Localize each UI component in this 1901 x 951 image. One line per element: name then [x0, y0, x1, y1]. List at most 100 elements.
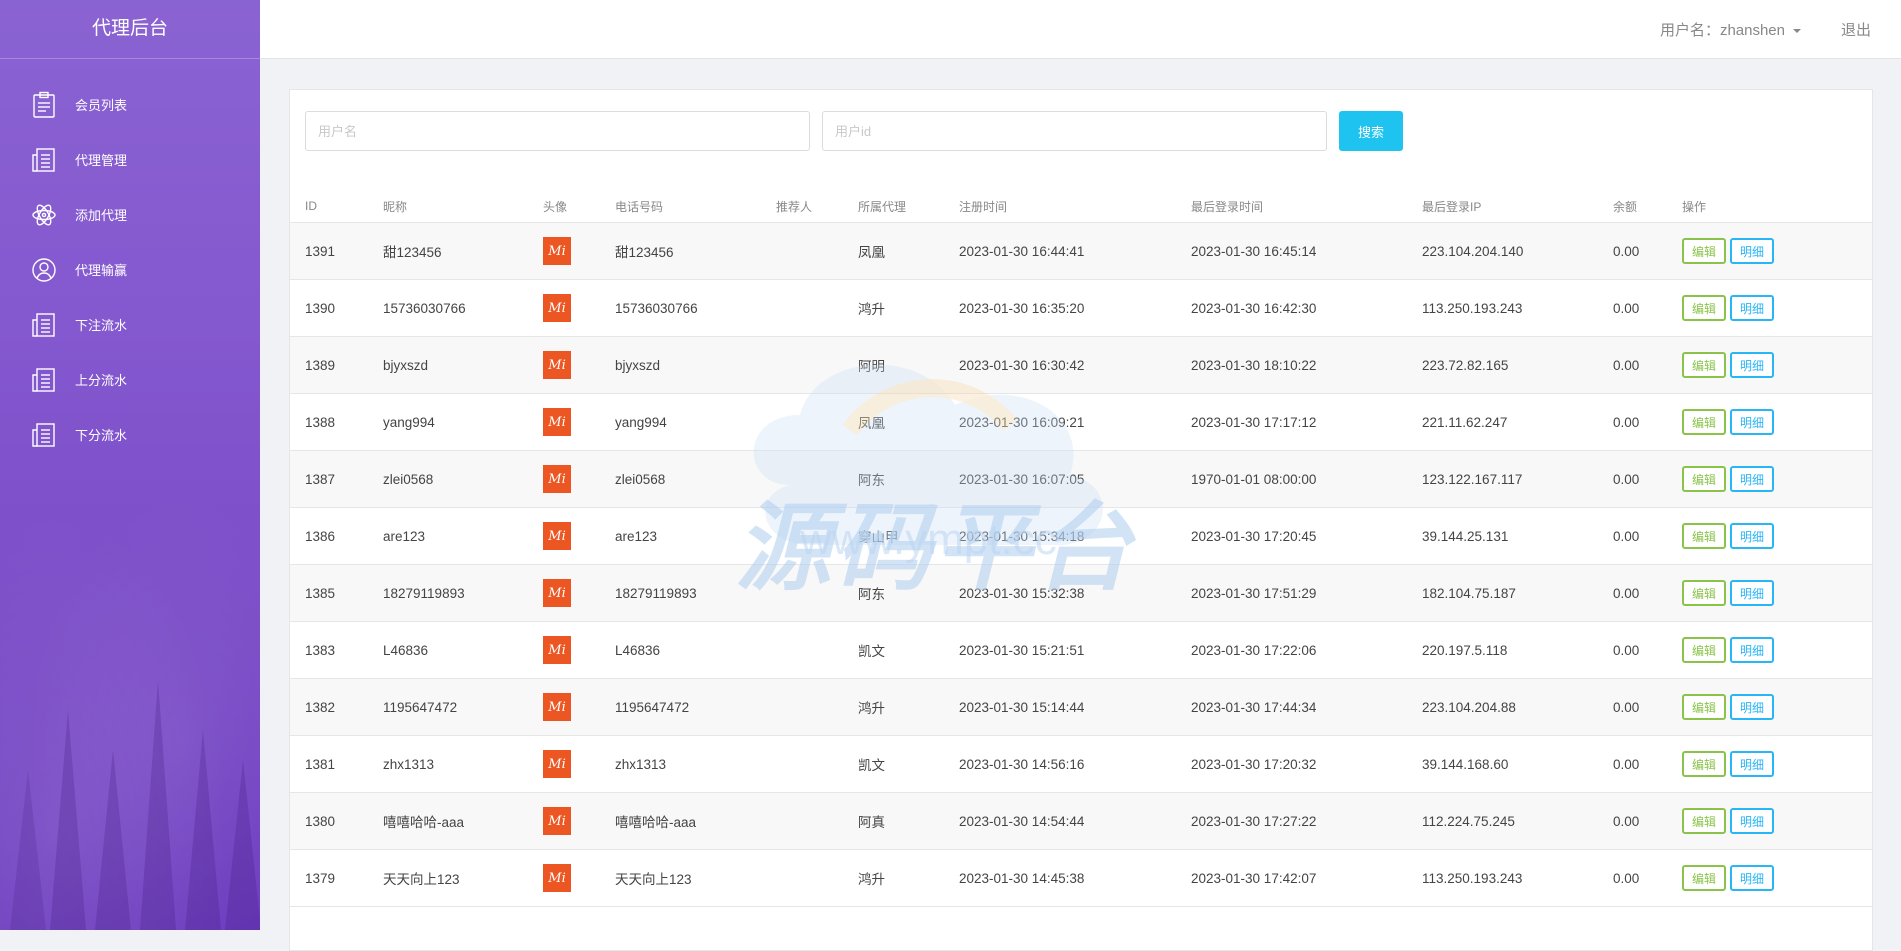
user-menu-dropdown[interactable]: 用户名：zhanshen [1660, 19, 1801, 40]
search-button[interactable]: 搜索 [1339, 111, 1403, 151]
table-row: 1381 zhx1313 Mi zhx1313 凯文 2023-01-30 14:56:1… [290, 735, 1872, 793]
detail-button[interactable]: 明细 [1730, 523, 1774, 549]
cell-last-login-ip: 113.250.193.243 [1407, 849, 1598, 907]
edit-button[interactable]: 编辑 [1682, 523, 1726, 549]
cell-avatar: Mi [528, 279, 600, 337]
sidebar-item-bet-flow[interactable]: 下注流水 [0, 297, 260, 352]
avatar: Mi [543, 408, 571, 436]
member-table: ID 昵称 头像 电话号码 推荐人 所属代理 注册时间 最后登录时间 最后登录I… [290, 190, 1872, 907]
cell-referrer [761, 393, 843, 451]
edit-button[interactable]: 编辑 [1682, 694, 1726, 720]
cell-referrer [761, 507, 843, 565]
cell-referrer [761, 336, 843, 394]
cell-id: 1381 [290, 735, 368, 793]
avatar: Mi [543, 636, 571, 664]
table-header-row: ID 昵称 头像 电话号码 推荐人 所属代理 注册时间 最后登录时间 最后登录I… [290, 190, 1872, 223]
cell-agent: 阿东 [843, 450, 944, 508]
sidebar-item-label: 下注流水 [75, 318, 128, 333]
cell-nickname: are123 [368, 507, 528, 565]
cell-referrer [761, 279, 843, 337]
brand-title: 代理后台 [0, 0, 260, 59]
edit-button[interactable]: 编辑 [1682, 352, 1726, 378]
cell-agent: 鸿升 [843, 849, 944, 907]
sidebar-item-label: 会员列表 [75, 98, 128, 113]
avatar: Mi [543, 465, 571, 493]
cell-register-time: 2023-01-30 16:30:42 [944, 336, 1176, 394]
sidebar-background-forest [0, 450, 260, 930]
cell-register-time: 2023-01-30 14:56:16 [944, 735, 1176, 793]
sidebar: 代理后台 会员列表 代理管理 添加代理 代理输赢 下注流水 上分流水 下分流水 [0, 0, 260, 930]
cell-id: 1382 [290, 678, 368, 736]
cell-balance: 0.00 [1598, 849, 1667, 907]
edit-button[interactable]: 编辑 [1682, 238, 1726, 264]
avatar: Mi [543, 351, 571, 379]
edit-button[interactable]: 编辑 [1682, 409, 1726, 435]
table-row: 1380 嘻嘻哈哈-aaa Mi 嘻嘻哈哈-aaa 阿真 2023-01-30 14:54… [290, 792, 1872, 850]
detail-button[interactable]: 明细 [1730, 694, 1774, 720]
cell-last-login-ip: 123.122.167.117 [1407, 450, 1598, 508]
column-header-actions: 操作 [1667, 190, 1872, 223]
cell-phone: 1195647472 [600, 678, 761, 736]
detail-button[interactable]: 明细 [1730, 466, 1774, 492]
cell-id: 1389 [290, 336, 368, 394]
sidebar-item-add-agent[interactable]: 添加代理 [0, 187, 260, 242]
cell-register-time: 2023-01-30 16:35:20 [944, 279, 1176, 337]
cell-nickname: 嘻嘻哈哈-aaa [368, 792, 528, 850]
cell-avatar: Mi [528, 678, 600, 736]
sidebar-item-label: 上分流水 [75, 373, 128, 388]
cell-phone: are123 [600, 507, 761, 565]
table-row: 1391 甜123456 Mi 甜123456 凤凰 2023-01-30 16:44:4… [290, 222, 1872, 280]
edit-button[interactable]: 编辑 [1682, 637, 1726, 663]
detail-button[interactable]: 明细 [1730, 751, 1774, 777]
cell-actions: 编辑 明细 [1667, 507, 1872, 565]
detail-button[interactable]: 明细 [1730, 637, 1774, 663]
cell-phone: 15736030766 [600, 279, 761, 337]
cell-phone: 嘻嘻哈哈-aaa [600, 792, 761, 850]
sidebar-item-topup-flow[interactable]: 上分流水 [0, 352, 260, 407]
sidebar-item-member-list[interactable]: 会员列表 [0, 77, 260, 132]
detail-button[interactable]: 明细 [1730, 352, 1774, 378]
detail-button[interactable]: 明细 [1730, 865, 1774, 891]
cell-referrer [761, 222, 843, 280]
detail-button[interactable]: 明细 [1730, 238, 1774, 264]
cell-referrer [761, 564, 843, 622]
cell-balance: 0.00 [1598, 336, 1667, 394]
detail-button[interactable]: 明细 [1730, 580, 1774, 606]
cell-avatar: Mi [528, 564, 600, 622]
cell-actions: 编辑 明细 [1667, 849, 1872, 907]
edit-button[interactable]: 编辑 [1682, 751, 1726, 777]
detail-button[interactable]: 明细 [1730, 808, 1774, 834]
edit-button[interactable]: 编辑 [1682, 580, 1726, 606]
detail-button[interactable]: 明细 [1730, 295, 1774, 321]
table-row: 1389 bjyxszd Mi bjyxszd 阿明 2023-01-30 16:30:4… [290, 336, 1872, 394]
cell-phone: L46836 [600, 621, 761, 679]
edit-button[interactable]: 编辑 [1682, 865, 1726, 891]
cell-phone: yang994 [600, 393, 761, 451]
top-header: 用户名：zhanshen 退出 [260, 0, 1901, 59]
sidebar-item-agent-manage[interactable]: 代理管理 [0, 132, 260, 187]
cell-nickname: 甜123456 [368, 222, 528, 280]
sidebar-item-agent-winloss[interactable]: 代理输赢 [0, 242, 260, 297]
detail-button[interactable]: 明细 [1730, 409, 1774, 435]
cell-actions: 编辑 明细 [1667, 279, 1872, 337]
cell-referrer [761, 849, 843, 907]
logout-link[interactable]: 退出 [1841, 19, 1871, 40]
cell-last-login-ip: 223.104.204.140 [1407, 222, 1598, 280]
cell-balance: 0.00 [1598, 621, 1667, 679]
edit-button[interactable]: 编辑 [1682, 295, 1726, 321]
cell-agent: 凤凰 [843, 393, 944, 451]
edit-button[interactable]: 编辑 [1682, 808, 1726, 834]
edit-button[interactable]: 编辑 [1682, 466, 1726, 492]
cell-agent: 凯文 [843, 621, 944, 679]
sidebar-item-label: 添加代理 [75, 208, 128, 223]
sidebar-item-withdraw-flow[interactable]: 下分流水 [0, 407, 260, 462]
column-header-phone: 电话号码 [600, 190, 761, 223]
cell-agent: 凯文 [843, 735, 944, 793]
cell-last-login-ip: 39.144.168.60 [1407, 735, 1598, 793]
ledger-icon [30, 145, 58, 175]
cell-referrer [761, 735, 843, 793]
cell-actions: 编辑 明细 [1667, 792, 1872, 850]
userid-search-input[interactable] [822, 111, 1327, 151]
username-search-input[interactable] [305, 111, 810, 151]
cell-agent: 鸿升 [843, 678, 944, 736]
